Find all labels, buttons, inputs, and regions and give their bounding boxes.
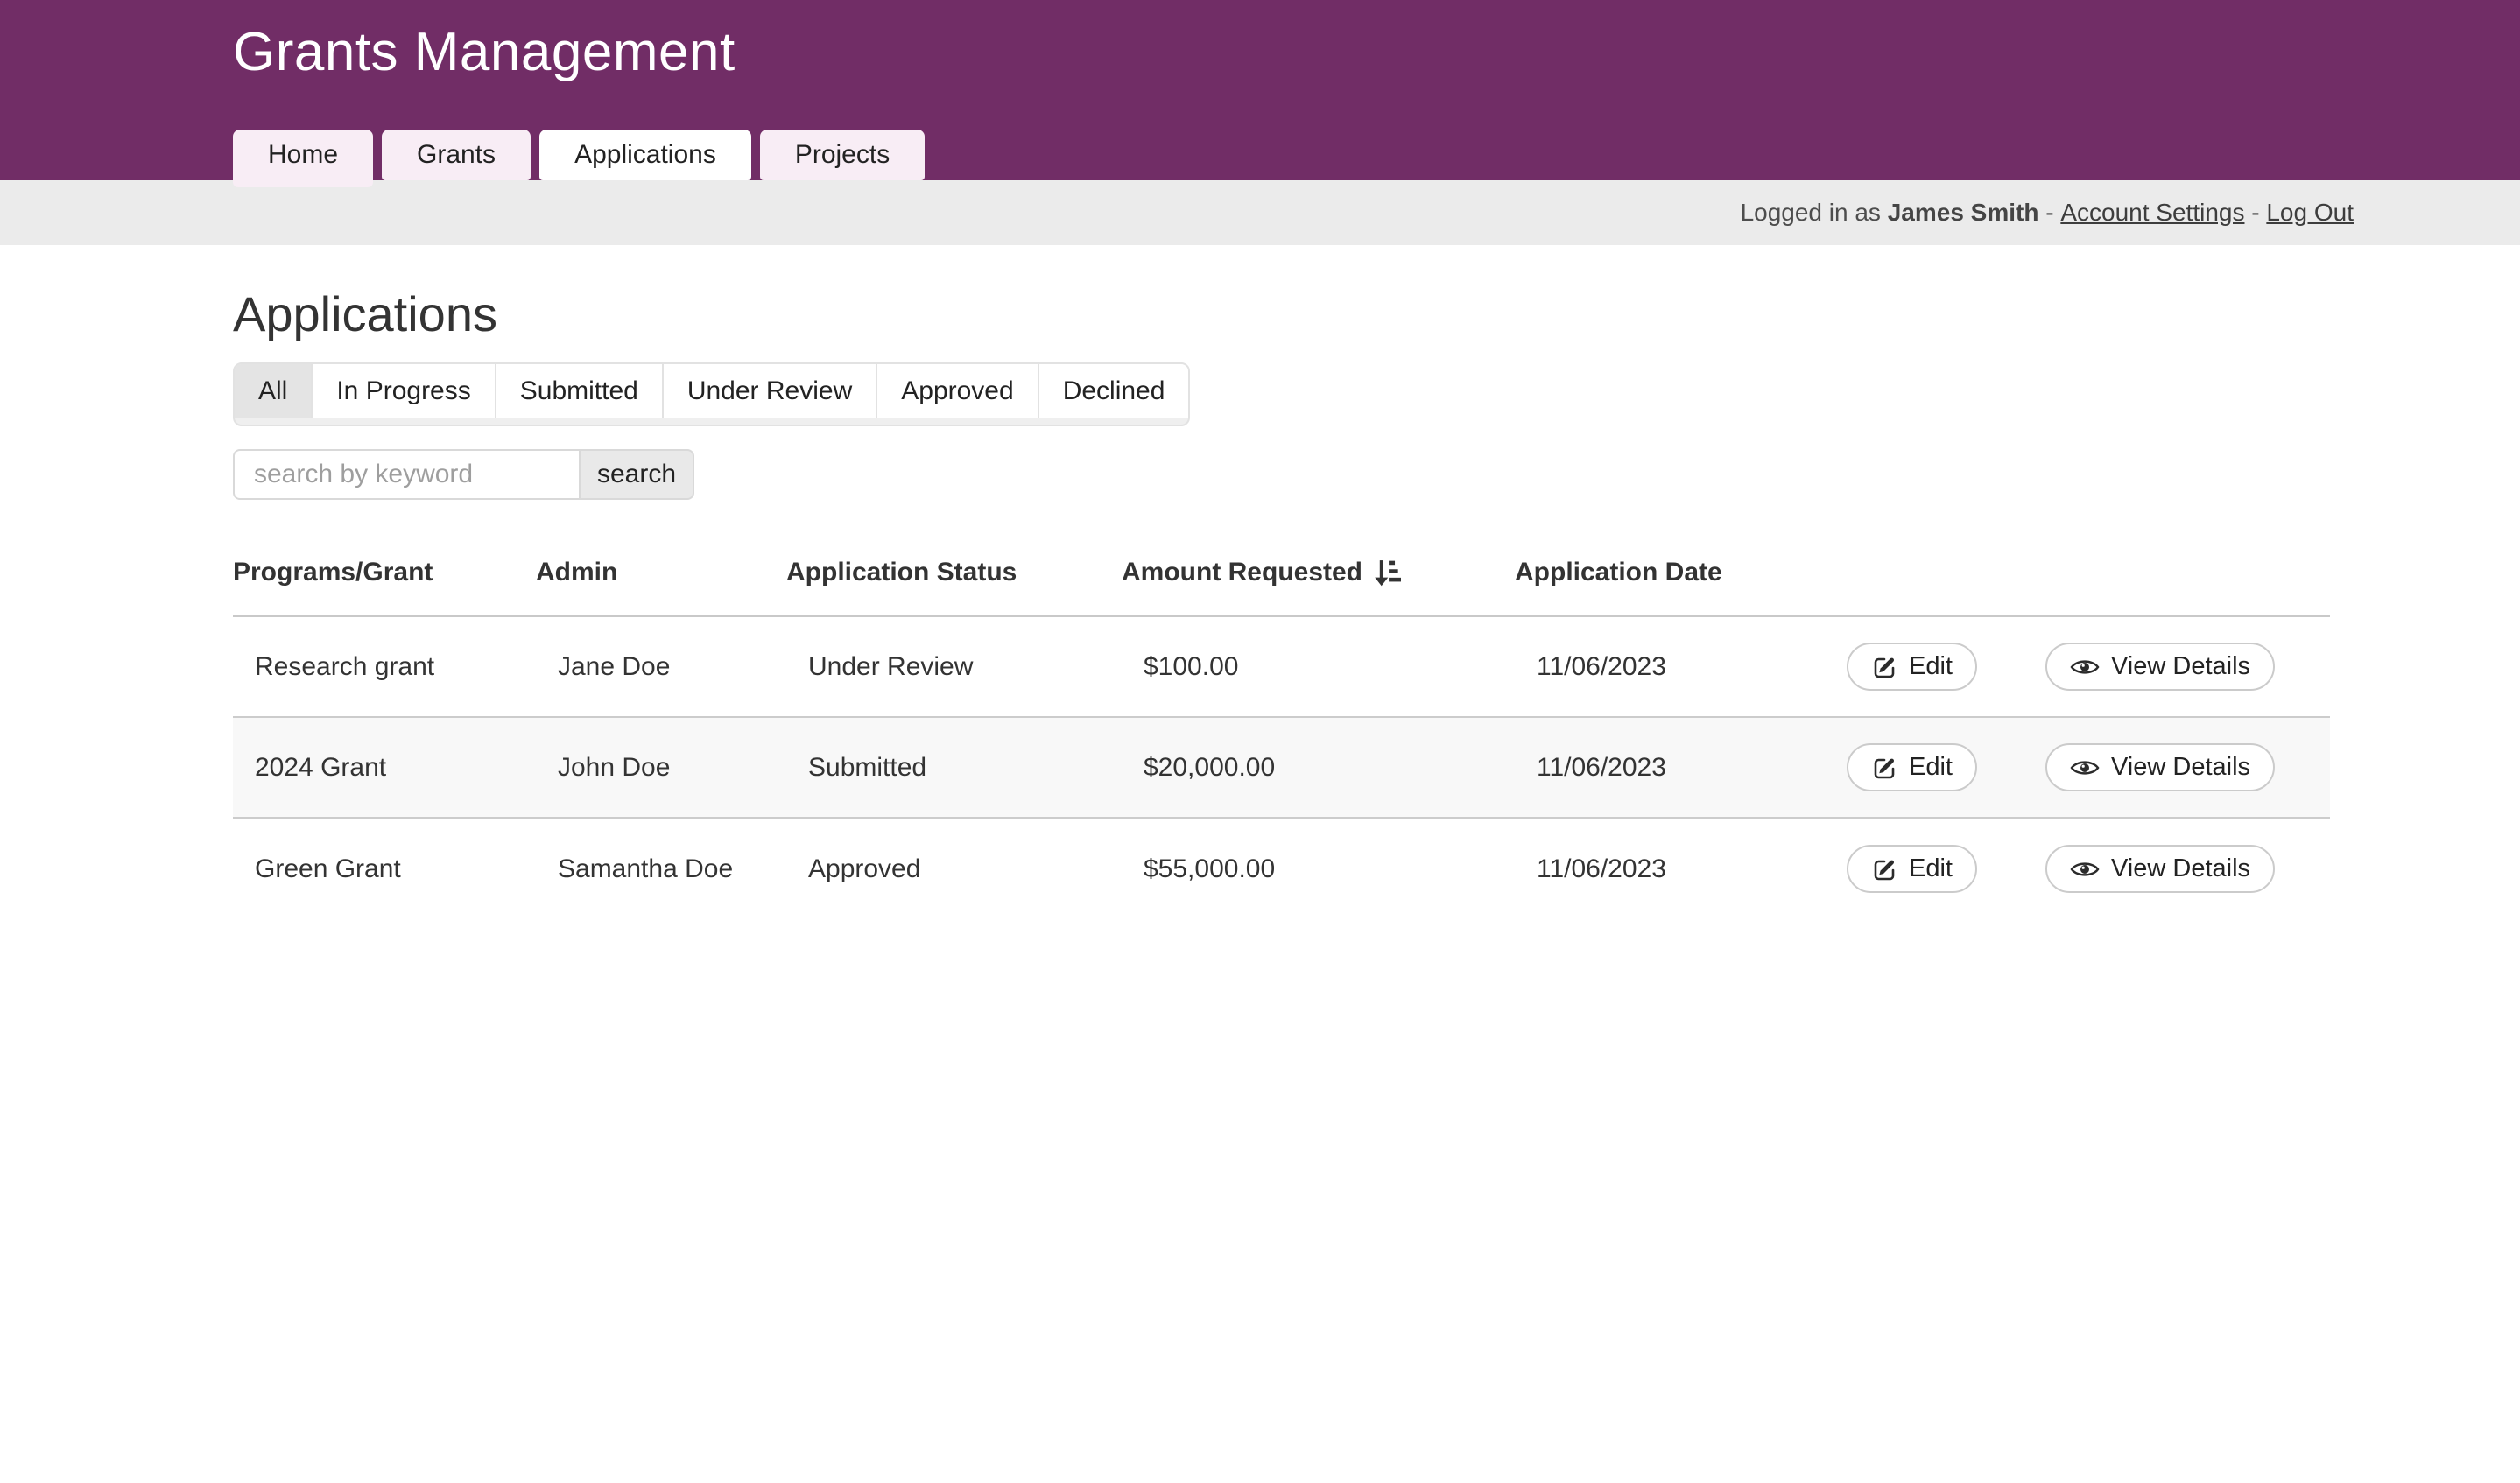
tab-applications[interactable]: Applications bbox=[539, 130, 751, 180]
column-header-date: Application Date bbox=[1515, 558, 1825, 587]
column-header-amount: Amount Requested bbox=[1122, 558, 1515, 587]
table-row: Research grant Jane Doe Under Review $10… bbox=[233, 617, 2330, 718]
filter-declined[interactable]: Declined bbox=[1038, 364, 1189, 418]
cell-date: 11/06/2023 bbox=[1537, 753, 1847, 783]
cell-admin: Jane Doe bbox=[558, 652, 808, 682]
tab-home[interactable]: Home bbox=[233, 130, 373, 187]
account-settings-link[interactable]: Account Settings bbox=[2060, 199, 2244, 227]
user-bar: Logged in as James Smith - Account Setti… bbox=[0, 180, 2520, 245]
row-actions: Edit View Details bbox=[1847, 643, 2330, 691]
cell-status: Submitted bbox=[808, 753, 1144, 783]
cell-program: Green Grant bbox=[255, 854, 558, 884]
pen-square-icon bbox=[1871, 654, 1897, 680]
table-row: 2024 Grant John Doe Submitted $20,000.00… bbox=[233, 718, 2330, 819]
tab-projects[interactable]: Projects bbox=[760, 130, 925, 180]
separator: - bbox=[2038, 199, 2060, 227]
column-header-amount-label: Amount Requested bbox=[1122, 558, 1362, 587]
main-content: Applications All In Progress Submitted U… bbox=[0, 287, 2520, 919]
logged-in-label: Logged in as bbox=[1741, 199, 1888, 227]
cell-date: 11/06/2023 bbox=[1537, 652, 1847, 682]
edit-button-label: Edit bbox=[1909, 652, 1953, 681]
view-details-button[interactable]: View Details bbox=[2045, 743, 2275, 791]
table-row: Green Grant Samantha Doe Approved $55,00… bbox=[233, 819, 2330, 919]
logged-in-username: James Smith bbox=[1888, 199, 2039, 227]
pen-square-icon bbox=[1871, 856, 1897, 882]
filter-approved[interactable]: Approved bbox=[876, 364, 1037, 418]
search-input[interactable] bbox=[233, 449, 581, 500]
cell-amount: $100.00 bbox=[1144, 652, 1537, 682]
cell-admin: John Doe bbox=[558, 753, 808, 783]
cell-program: 2024 Grant bbox=[255, 753, 558, 783]
eye-icon bbox=[2070, 758, 2100, 777]
sort-amount-down-icon[interactable] bbox=[1373, 558, 1401, 587]
cell-amount: $20,000.00 bbox=[1144, 753, 1537, 783]
filter-under-review[interactable]: Under Review bbox=[662, 364, 876, 418]
view-details-button-label: View Details bbox=[2111, 652, 2250, 681]
tab-grants[interactable]: Grants bbox=[382, 130, 531, 180]
app-title: Grants Management bbox=[233, 21, 736, 83]
filter-all[interactable]: All bbox=[235, 364, 311, 418]
eye-icon bbox=[2070, 860, 2100, 879]
cell-program: Research grant bbox=[255, 652, 558, 682]
view-details-button[interactable]: View Details bbox=[2045, 643, 2275, 691]
row-actions: Edit View Details bbox=[1847, 845, 2330, 893]
search-button[interactable]: search bbox=[581, 449, 694, 500]
eye-icon bbox=[2070, 657, 2100, 677]
view-details-button[interactable]: View Details bbox=[2045, 845, 2275, 893]
column-header-status: Application Status bbox=[786, 558, 1122, 587]
filter-submitted[interactable]: Submitted bbox=[495, 364, 662, 418]
applications-table: Programs/Grant Admin Application Status … bbox=[233, 538, 2330, 919]
edit-button[interactable]: Edit bbox=[1847, 845, 1977, 893]
edit-button-label: Edit bbox=[1909, 753, 1953, 782]
search-row: search bbox=[233, 449, 2520, 500]
separator: - bbox=[2244, 199, 2266, 227]
column-header-program: Programs/Grant bbox=[233, 558, 536, 587]
view-details-button-label: View Details bbox=[2111, 753, 2250, 782]
nav-tabs: Home Grants Applications Projects bbox=[233, 130, 925, 187]
cell-status: Approved bbox=[808, 854, 1144, 884]
edit-button-label: Edit bbox=[1909, 854, 1953, 883]
app-header: Grants Management Home Grants Applicatio… bbox=[0, 0, 2520, 180]
status-filter-group: All In Progress Submitted Under Review A… bbox=[233, 362, 1190, 426]
edit-button[interactable]: Edit bbox=[1847, 743, 1977, 791]
cell-date: 11/06/2023 bbox=[1537, 854, 1847, 884]
edit-button[interactable]: Edit bbox=[1847, 643, 1977, 691]
row-actions: Edit View Details bbox=[1847, 743, 2330, 791]
cell-status: Under Review bbox=[808, 652, 1144, 682]
pen-square-icon bbox=[1871, 755, 1897, 781]
cell-amount: $55,000.00 bbox=[1144, 854, 1537, 884]
log-out-link[interactable]: Log Out bbox=[2266, 199, 2354, 227]
filter-in-progress[interactable]: In Progress bbox=[311, 364, 494, 418]
table-header-row: Programs/Grant Admin Application Status … bbox=[233, 538, 2330, 617]
column-header-admin: Admin bbox=[536, 558, 786, 587]
cell-admin: Samantha Doe bbox=[558, 854, 808, 884]
view-details-button-label: View Details bbox=[2111, 854, 2250, 883]
page-title: Applications bbox=[233, 287, 2520, 341]
